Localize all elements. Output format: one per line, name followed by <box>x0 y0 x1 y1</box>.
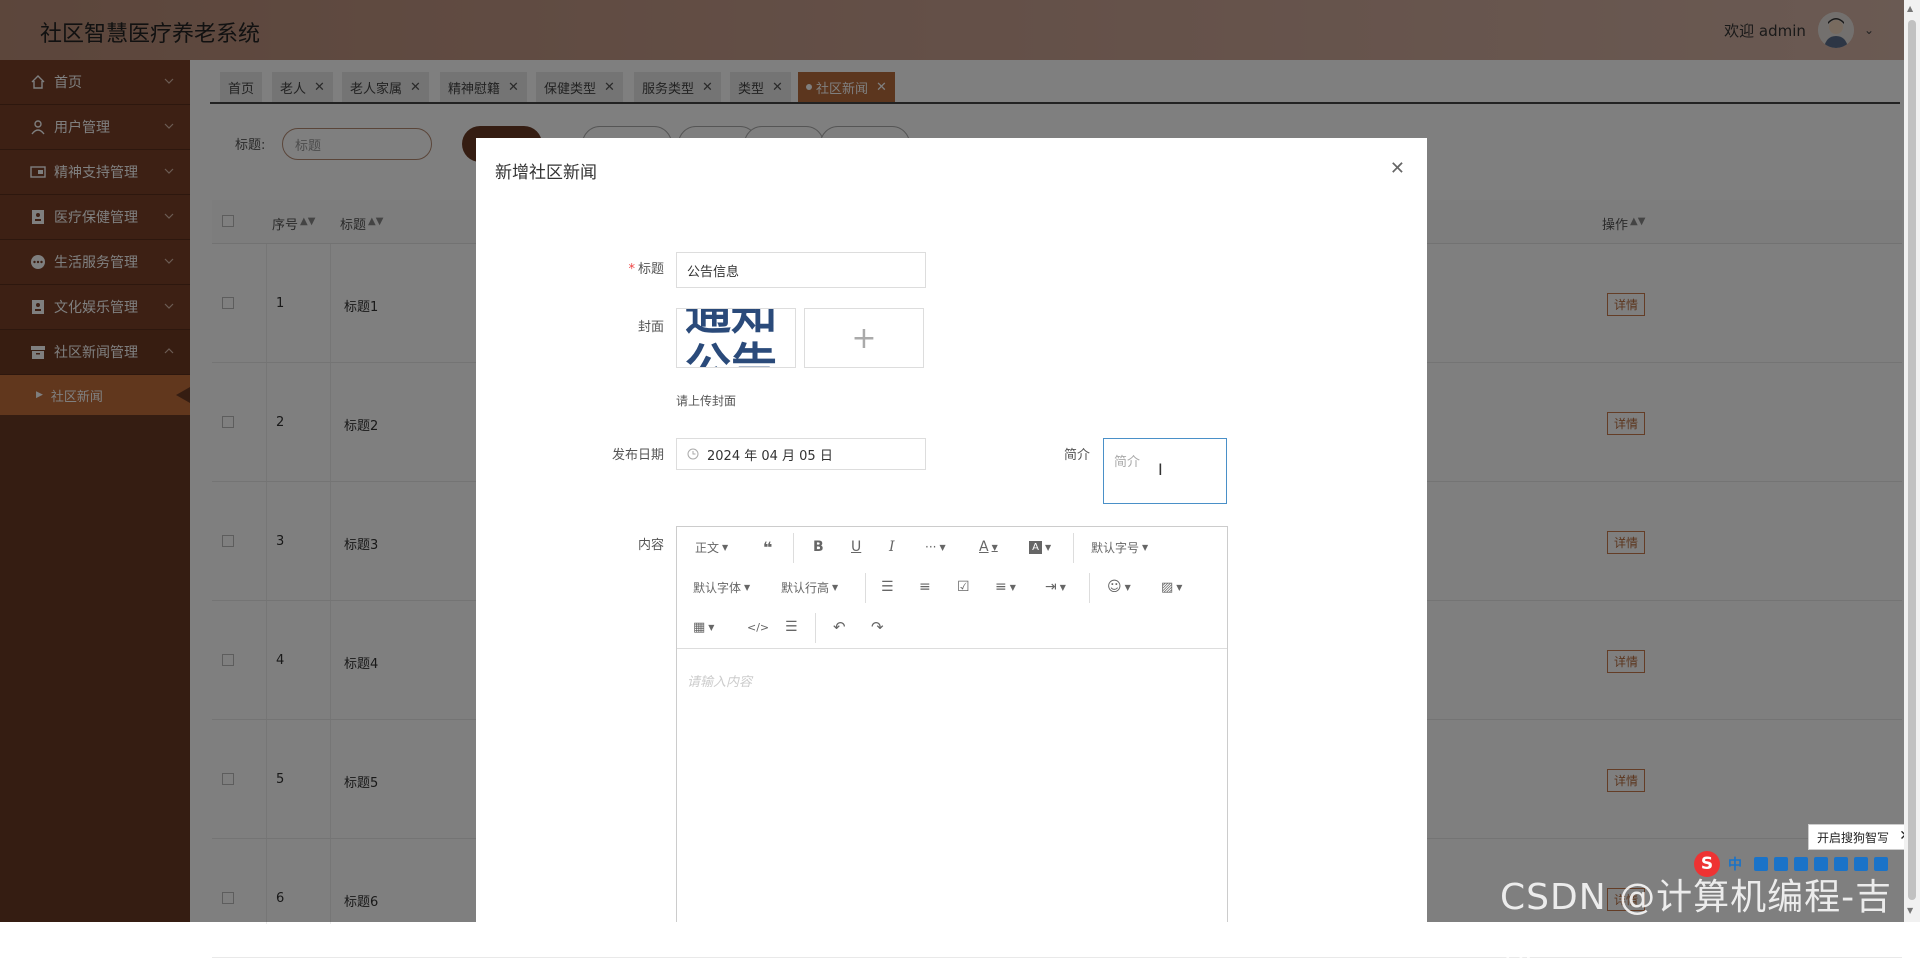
dialog-title: 新增社区新闻 <box>495 163 597 183</box>
caret-down-icon: ▼ <box>1142 542 1149 552</box>
background-color-icon[interactable]: A ▼ <box>1029 537 1051 557</box>
clock-icon <box>687 448 699 460</box>
caret-down-icon: ▼ <box>1045 542 1052 552</box>
image-icon[interactable]: ▨ ▼ <box>1161 577 1182 597</box>
bold-icon[interactable]: B <box>813 537 824 557</box>
caret-down-icon: ▼ <box>744 582 751 592</box>
font-family-label: 默认字体 <box>693 580 742 595</box>
intro-textarea[interactable]: 简介 <box>1103 438 1227 504</box>
publish-date-label: 发布日期 <box>611 448 664 463</box>
divider-icon[interactable]: ☰ <box>785 617 798 637</box>
font-size-label: 默认字号 <box>1091 540 1140 555</box>
font-family-dropdown[interactable]: 默认字体 ▼ <box>693 577 750 597</box>
watermark: CSDN @计算机编程-吉哥 <box>1500 877 1893 970</box>
caret-down-icon: ▼ <box>1009 582 1016 592</box>
ime-smart-write-tip[interactable]: 开启搜狗智写 ✕ <box>1808 824 1918 850</box>
rich-text-editor: 正文 ▼ ❝ B U I ··· ▼ A ▼ A ▼ 默认字号 ▼ 默认字体 ▼ 默认行高 ▼… <box>676 526 1228 922</box>
title-label: * 标题 <box>564 258 664 277</box>
toolbar-separator <box>1073 533 1074 563</box>
title-value: 公告信息 <box>687 264 740 280</box>
caret-down-icon: ▼ <box>1176 582 1183 592</box>
upload-cover-button[interactable]: + <box>804 308 924 368</box>
line-height-label: 默认行高 <box>781 580 830 595</box>
intro-placeholder: 简介 <box>1114 455 1141 470</box>
content-placeholder[interactable]: 请输入内容 <box>687 671 752 690</box>
caret-down-icon: ▼ <box>708 622 715 632</box>
toolbar-separator <box>1089 573 1090 603</box>
caret-down-icon: ▼ <box>832 582 839 592</box>
content-label: 内容 <box>637 538 664 553</box>
more-format-dropdown[interactable]: ··· ▼ <box>925 537 946 557</box>
quote-icon[interactable]: ❝ <box>763 537 772 557</box>
font-size-dropdown[interactable]: 默认字号 ▼ <box>1091 537 1148 557</box>
line-height-dropdown[interactable]: 默认行高 ▼ <box>781 577 838 597</box>
plus-icon: + <box>851 320 877 356</box>
title-label-text: 标题 <box>637 262 664 277</box>
cover-image[interactable]: 通知公告 <box>676 308 796 368</box>
toolbar-separator <box>815 613 816 643</box>
align-icon[interactable]: ≡ ▼ <box>995 577 1016 597</box>
editor-toolbar: 正文 ▼ ❝ B U I ··· ▼ A ▼ A ▼ 默认字号 ▼ 默认字体 ▼ 默认行高 ▼… <box>677 527 1227 649</box>
required-mark: * <box>628 262 635 277</box>
text-cursor-icon: I <box>1158 460 1163 479</box>
todo-checkbox-icon[interactable]: ☑ <box>957 577 970 597</box>
more-format-label: ··· <box>925 540 937 554</box>
scroll-thumb[interactable] <box>1908 20 1916 900</box>
undo-icon[interactable]: ↶ <box>833 617 846 637</box>
paragraph-dropdown[interactable]: 正文 ▼ <box>695 537 728 557</box>
table-icon[interactable]: ▦ ▼ <box>693 617 714 637</box>
underline-icon[interactable]: U <box>851 537 861 557</box>
caret-down-icon: ▼ <box>722 542 729 552</box>
redo-icon[interactable]: ↷ <box>871 617 884 637</box>
cover-label: 封面 <box>637 320 664 335</box>
publish-date-value: 2024 年 04 月 05 日 <box>707 448 833 464</box>
paragraph-label: 正文 <box>695 540 720 555</box>
page-scrollbar[interactable]: ▲ ▼ <box>1904 0 1920 922</box>
publish-date-picker[interactable]: 2024 年 04 月 05 日 <box>676 438 926 470</box>
code-icon[interactable]: </> <box>747 617 769 637</box>
cover-image-text: 通知公告 <box>685 308 777 368</box>
bullet-list-icon[interactable]: ☰ <box>881 577 894 597</box>
close-icon[interactable]: ✕ <box>1390 158 1405 179</box>
ime-tip-text: 开启搜狗智写 <box>1817 830 1890 845</box>
caret-down-icon: ▼ <box>1124 582 1131 592</box>
toolbar-separator <box>865 573 866 603</box>
caret-down-icon: ▼ <box>1059 582 1066 592</box>
toolbar-separator <box>793 533 794 563</box>
intro-label: 简介 <box>1063 448 1090 463</box>
scroll-down-icon[interactable]: ▼ <box>1907 906 1913 915</box>
caret-down-icon: ▼ <box>991 542 998 552</box>
italic-icon[interactable]: I <box>889 537 895 557</box>
caret-down-icon: ▼ <box>939 542 946 552</box>
font-color-icon[interactable]: A ▼ <box>979 537 998 557</box>
add-news-dialog: 新增社区新闻 ✕ * 标题 公告信息 封面 通知公告 + 请上传封面 发布日期 2… <box>476 138 1427 922</box>
indent-icon[interactable]: ⇥ ▼ <box>1045 577 1066 597</box>
title-input[interactable]: 公告信息 <box>676 252 926 288</box>
cover-hint: 请上传封面 <box>676 394 737 408</box>
scroll-up-icon[interactable]: ▲ <box>1907 4 1913 13</box>
numbered-list-icon[interactable]: ≡ <box>919 577 931 597</box>
emoji-icon[interactable]: ☺ ▼ <box>1107 577 1131 597</box>
